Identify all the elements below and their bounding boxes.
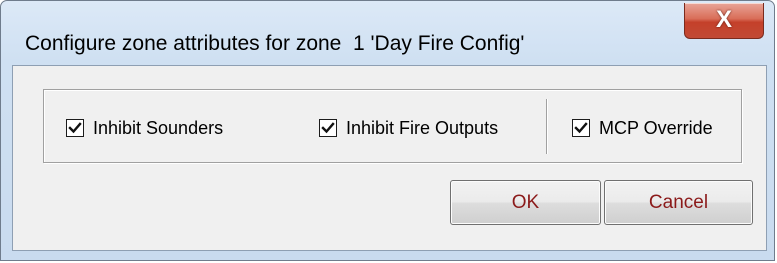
close-icon: X (715, 6, 732, 33)
mcp-override-checkbox[interactable]: MCP Override (572, 117, 713, 139)
checkbox-box[interactable] (572, 119, 590, 137)
checkmark-icon (321, 122, 335, 134)
dialog-title: Configure zone attributes for zone 1 'Da… (25, 32, 525, 55)
attributes-group: Inhibit Sounders Inhibit Fire Outputs MC (43, 89, 742, 163)
group-separator (546, 99, 547, 154)
checkmark-icon (68, 122, 82, 134)
dialog-client-area: Inhibit Sounders Inhibit Fire Outputs MC (12, 65, 767, 251)
checkmark-icon (574, 122, 588, 134)
checkbox-box[interactable] (66, 119, 84, 137)
ok-button[interactable]: OK (450, 180, 601, 225)
inhibit-fire-outputs-label: Inhibit Fire Outputs (346, 118, 499, 138)
inhibit-sounders-checkbox[interactable]: Inhibit Sounders (66, 117, 223, 139)
close-button[interactable]: X (684, 3, 764, 39)
inhibit-sounders-label: Inhibit Sounders (93, 118, 224, 138)
inhibit-fire-outputs-checkbox[interactable]: Inhibit Fire Outputs (319, 117, 498, 139)
checkbox-box[interactable] (319, 119, 337, 137)
dialog-window: Configure zone attributes for zone 1 'Da… (0, 0, 775, 261)
mcp-override-label: MCP Override (599, 118, 713, 138)
cancel-button[interactable]: Cancel (604, 180, 753, 225)
